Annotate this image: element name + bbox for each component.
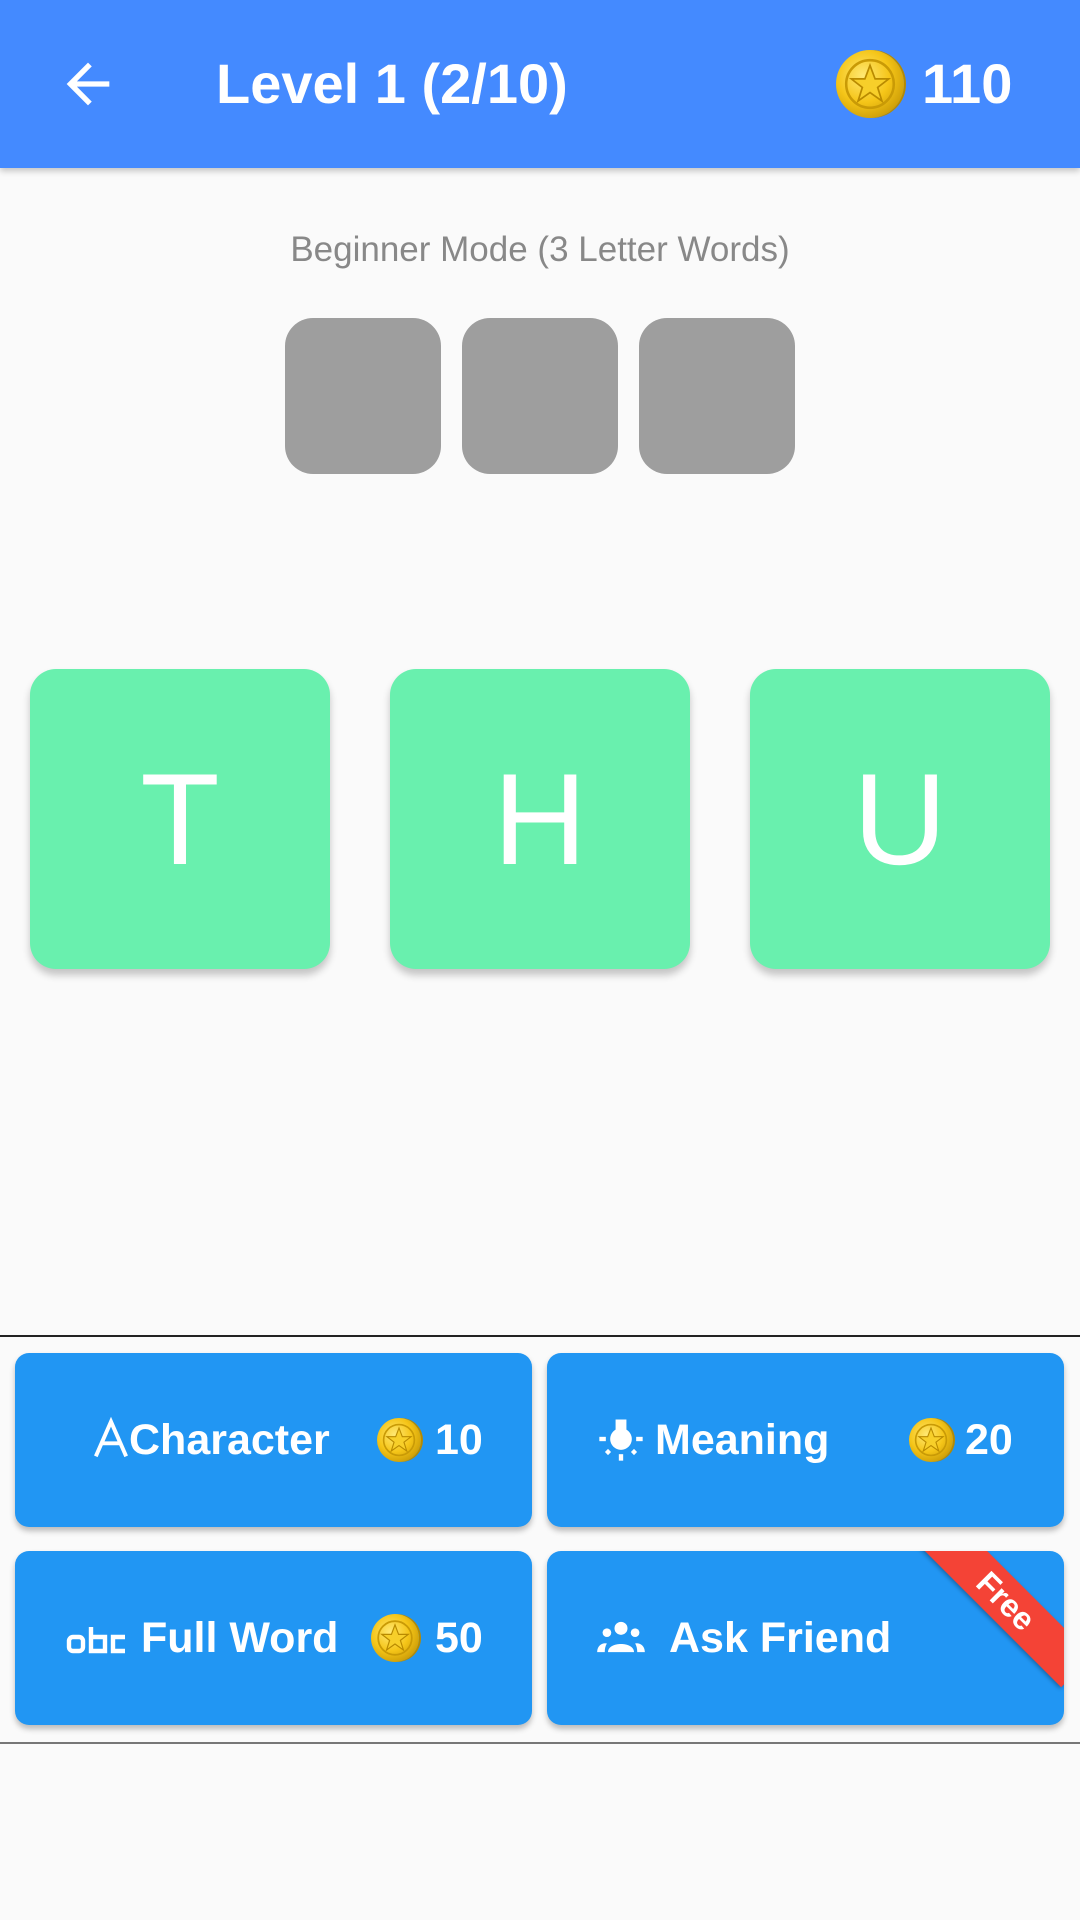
hint-ask-friend-button[interactable]: Ask Friend Free [547,1551,1064,1725]
hint-label: Character [129,1416,330,1464]
free-badge: Free [919,1551,1064,1688]
app-bar: Level 1 (2/10) 110 [0,0,1080,168]
gold-coin-icon [836,50,904,118]
answer-slots [285,318,795,474]
abc-icon [66,1627,125,1654]
divider-top [0,1335,1080,1337]
arrow-back-icon [66,62,110,106]
letter-tiles: T H U [30,669,1050,969]
hint-cost: 10 [435,1416,483,1464]
letter-tile[interactable]: H [390,669,690,969]
hint-full-word-button[interactable]: Full Word 50 [15,1551,532,1725]
coin-balance: 110 [922,52,1013,115]
answer-slot[interactable] [462,318,618,474]
answer-slot[interactable] [285,318,441,474]
letter-tile[interactable]: T [30,669,330,969]
gold-coin-icon [377,1418,421,1462]
hint-cost: 20 [965,1416,1013,1464]
answer-slot[interactable] [639,318,795,474]
divider-bottom [0,1742,1080,1744]
hint-label: Full Word [141,1614,339,1662]
mode-label: Beginner Mode (3 Letter Words) [290,230,790,269]
letter-tile[interactable]: U [750,669,1050,969]
hint-label: Meaning [655,1416,830,1464]
hint-label: Ask Friend [669,1614,892,1662]
hint-cost: 50 [435,1614,483,1662]
lightbulb-icon [599,1419,643,1461]
gold-coin-icon [371,1614,419,1662]
level-title: Level 1 (2/10) [216,52,568,115]
people-icon [597,1621,645,1653]
gold-coin-icon [909,1418,953,1462]
hint-character-button[interactable]: Character 10 [15,1353,532,1527]
back-button[interactable] [56,52,120,116]
hint-meaning-button[interactable]: Meaning 20 [547,1353,1064,1527]
